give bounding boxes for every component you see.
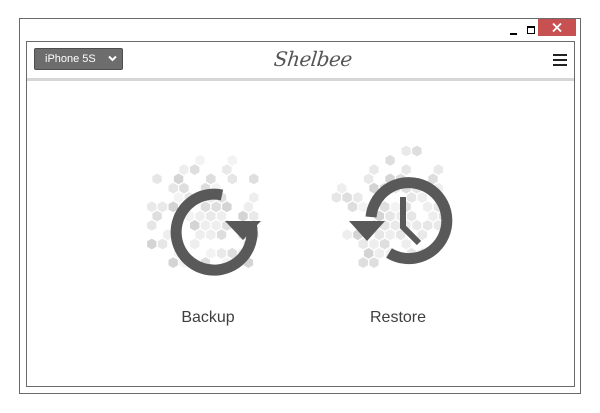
restore-button[interactable]: Restore <box>323 145 473 330</box>
restore-clock-icon <box>349 177 453 265</box>
device-select-value: iPhone 5S <box>45 53 96 65</box>
hamburger-menu-icon[interactable] <box>553 54 567 66</box>
chevron-down-icon <box>108 55 117 62</box>
minimize-button[interactable] <box>505 24 523 36</box>
app-header: iPhone 5S Shelbee <box>27 42 574 81</box>
backup-label: Backup <box>181 309 235 326</box>
app-window: iPhone 5S Shelbee Backup Restore <box>19 18 581 394</box>
backup-refresh-icon <box>170 188 261 276</box>
close-button[interactable] <box>538 19 576 36</box>
backup-button[interactable]: Backup <box>133 145 283 330</box>
restore-label: Restore <box>369 309 427 326</box>
device-select[interactable]: iPhone 5S <box>34 48 123 70</box>
close-icon <box>552 23 562 32</box>
app-content: iPhone 5S Shelbee Backup Restore <box>26 41 575 387</box>
app-logo: Shelbee <box>272 47 354 71</box>
